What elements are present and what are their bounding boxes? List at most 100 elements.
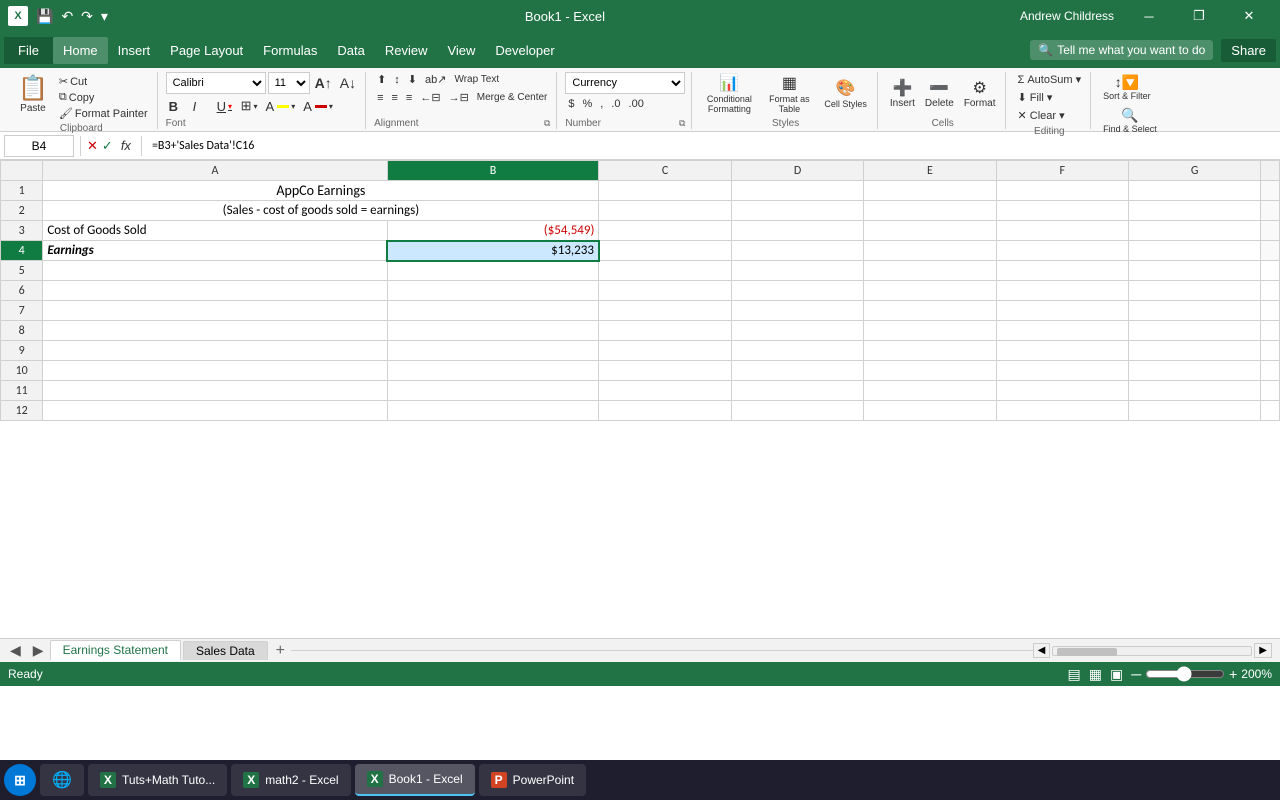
bold-button[interactable]: B: [166, 98, 188, 115]
format-cells-button[interactable]: ⚙ Format: [960, 77, 1000, 111]
taskbar-excel-tuts[interactable]: X Tuts+Math Tuto...: [88, 764, 227, 796]
scroll-tabs-left-button[interactable]: ◀: [4, 640, 27, 661]
menu-file[interactable]: File: [4, 37, 53, 64]
cell-b7[interactable]: [387, 301, 599, 321]
find-select-button[interactable]: 🔍 Find & Select: [1099, 105, 1161, 136]
font-family-select[interactable]: Calibri: [166, 72, 266, 94]
cell-a11[interactable]: [43, 381, 387, 401]
cell-f5[interactable]: [996, 261, 1128, 281]
border-button[interactable]: ⊞▾: [238, 97, 261, 115]
cell-c12[interactable]: [599, 401, 731, 421]
cell-e9[interactable]: [864, 341, 996, 361]
h-scroll-thumb[interactable]: [1057, 648, 1117, 656]
cell-a2[interactable]: (Sales - cost of goods sold = earnings): [43, 201, 599, 221]
align-top-button[interactable]: ⬆: [374, 72, 389, 87]
cell-g9[interactable]: [1128, 341, 1260, 361]
cell-d12[interactable]: [731, 401, 863, 421]
view-layout-button[interactable]: ▦: [1089, 666, 1102, 683]
align-center-button[interactable]: ≡: [389, 91, 401, 105]
sheet-tab-earnings-statement[interactable]: Earnings Statement: [50, 640, 181, 661]
cell-reference-box[interactable]: [4, 135, 74, 157]
autosum-button[interactable]: Σ AutoSum ▾: [1014, 72, 1084, 87]
clear-button[interactable]: ✕ Clear ▾: [1014, 108, 1067, 123]
cell-g10[interactable]: [1128, 361, 1260, 381]
font-color-button[interactable]: A ▾: [300, 98, 336, 115]
format-painter-button[interactable]: 🖌 Format Painter: [56, 106, 151, 121]
cell-f9[interactable]: [996, 341, 1128, 361]
cell-e8[interactable]: [864, 321, 996, 341]
cell-f8[interactable]: [996, 321, 1128, 341]
cell-e6[interactable]: [864, 281, 996, 301]
cell-d8[interactable]: [731, 321, 863, 341]
cell-f4[interactable]: [996, 241, 1128, 261]
formula-cancel-icon[interactable]: ✕: [87, 138, 98, 154]
underline-button[interactable]: U▾: [214, 98, 236, 115]
cell-e10[interactable]: [864, 361, 996, 381]
minimize-button[interactable]: ─: [1126, 0, 1172, 32]
cell-e3[interactable]: [864, 221, 996, 241]
close-button[interactable]: ✕: [1226, 0, 1272, 32]
cell-e12[interactable]: [864, 401, 996, 421]
cell-f12[interactable]: [996, 401, 1128, 421]
col-header-c[interactable]: C: [599, 161, 731, 181]
cell-c1[interactable]: [599, 181, 731, 201]
increase-indent-button[interactable]: →⊟: [446, 90, 472, 105]
add-sheet-button[interactable]: +: [270, 642, 291, 660]
zoom-out-button[interactable]: ─: [1131, 666, 1141, 682]
cell-d2[interactable]: [731, 201, 863, 221]
sheet-tab-sales-data[interactable]: Sales Data: [183, 641, 268, 660]
decrease-indent-button[interactable]: ←⊟: [417, 90, 443, 105]
cell-f11[interactable]: [996, 381, 1128, 401]
col-header-a[interactable]: A: [43, 161, 387, 181]
tell-me-search[interactable]: 🔍 Tell me what you want to do: [1030, 40, 1213, 60]
col-header-f[interactable]: F: [996, 161, 1128, 181]
row-header-10[interactable]: 10: [1, 361, 43, 381]
view-page-break-button[interactable]: ▣: [1110, 666, 1123, 683]
format-as-table-button[interactable]: ▦ Format as Table: [760, 72, 818, 115]
row-header-11[interactable]: 11: [1, 381, 43, 401]
increase-font-button[interactable]: A↑: [312, 74, 335, 92]
view-normal-button[interactable]: ▤: [1067, 666, 1080, 683]
cell-g11[interactable]: [1128, 381, 1260, 401]
cell-a4[interactable]: Earnings: [43, 241, 387, 261]
fill-button[interactable]: ⬇ Fill ▾: [1014, 90, 1055, 105]
cell-g12[interactable]: [1128, 401, 1260, 421]
cell-styles-button[interactable]: 🎨 Cell Styles: [820, 77, 871, 110]
cell-g2[interactable]: [1128, 201, 1260, 221]
restore-button[interactable]: ❐: [1176, 0, 1222, 32]
align-right-button[interactable]: ≡: [403, 91, 415, 105]
cell-d10[interactable]: [731, 361, 863, 381]
scroll-tabs-right-button[interactable]: ▶: [27, 640, 50, 661]
align-left-button[interactable]: ≡: [374, 91, 386, 105]
zoom-slider[interactable]: [1145, 666, 1225, 682]
cell-b5[interactable]: [387, 261, 599, 281]
cell-d11[interactable]: [731, 381, 863, 401]
cell-e4[interactable]: [864, 241, 996, 261]
formula-input[interactable]: [148, 139, 1276, 153]
cell-f3[interactable]: [996, 221, 1128, 241]
row-header-3[interactable]: 3: [1, 221, 43, 241]
cell-e2[interactable]: [864, 201, 996, 221]
cell-c4[interactable]: [599, 241, 731, 261]
cell-a1[interactable]: AppCo Earnings: [43, 181, 599, 201]
row-header-12[interactable]: 12: [1, 401, 43, 421]
increase-decimal-button[interactable]: .00: [626, 97, 647, 111]
cell-b6[interactable]: [387, 281, 599, 301]
percent-button[interactable]: %: [580, 97, 596, 111]
cell-b8[interactable]: [387, 321, 599, 341]
menu-developer[interactable]: Developer: [485, 37, 564, 64]
number-dialog-launcher[interactable]: ⧉: [679, 118, 685, 129]
cell-c9[interactable]: [599, 341, 731, 361]
zoom-in-button[interactable]: +: [1229, 666, 1237, 682]
hscroll-right-button[interactable]: ▶: [1254, 643, 1272, 658]
row-header-2[interactable]: 2: [1, 201, 43, 221]
col-header-d[interactable]: D: [731, 161, 863, 181]
menu-view[interactable]: View: [437, 37, 485, 64]
cell-g7[interactable]: [1128, 301, 1260, 321]
cell-g1[interactable]: [1128, 181, 1260, 201]
text-angle-button[interactable]: ab↗: [422, 72, 449, 87]
row-header-1[interactable]: 1: [1, 181, 43, 201]
merge-center-button[interactable]: Merge & Center: [474, 91, 551, 104]
share-button[interactable]: Share: [1221, 39, 1276, 62]
cell-g5[interactable]: [1128, 261, 1260, 281]
